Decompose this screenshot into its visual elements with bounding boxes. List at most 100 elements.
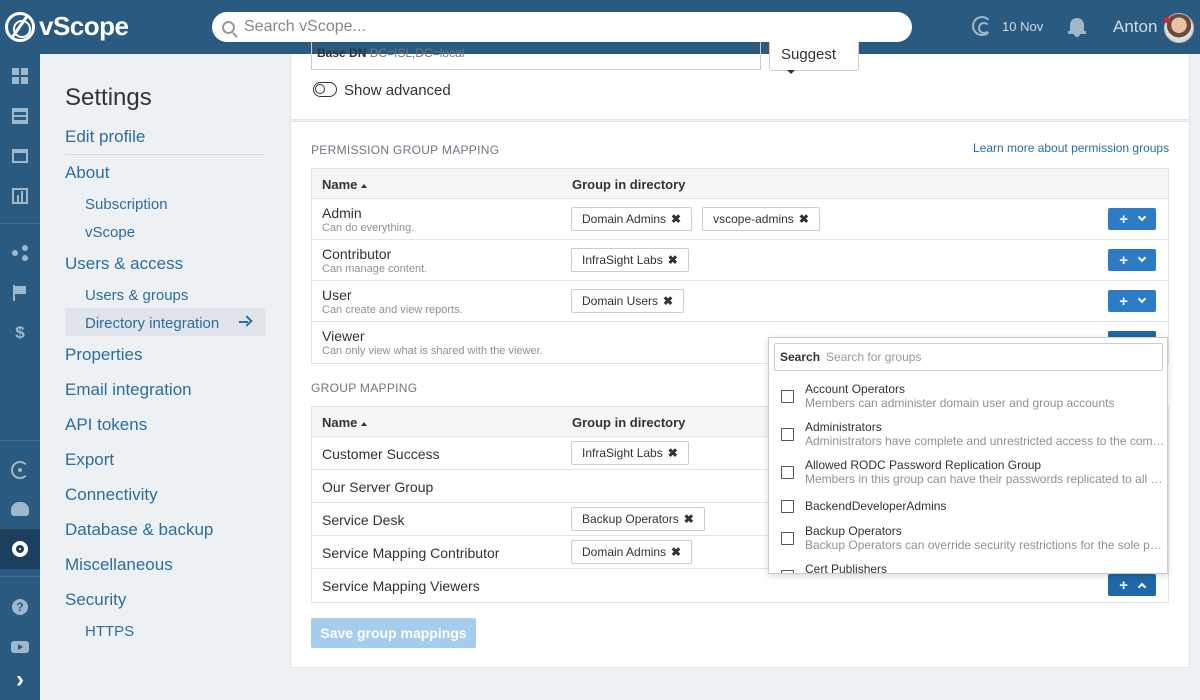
nav-miscellaneous[interactable]: Miscellaneous <box>65 555 173 575</box>
checkbox[interactable] <box>781 532 794 545</box>
checkbox[interactable] <box>781 466 794 479</box>
group-column-header: Group in directory <box>572 415 686 430</box>
nav-https[interactable]: HTTPS <box>85 623 134 640</box>
option-name: Account Operators <box>805 382 906 396</box>
group-options-list: Account Operators Members can administer… <box>769 376 1167 573</box>
row-name: Admin <box>322 205 362 221</box>
table-row: Contributor Can manage content. InfraSig… <box>312 240 1168 281</box>
show-advanced-toggle[interactable] <box>313 82 337 97</box>
group-option[interactable]: Cert Publishers <box>769 556 1167 573</box>
rail-divider <box>0 576 40 577</box>
group-option[interactable]: BackendDeveloperAdmins <box>769 490 1167 518</box>
plus-icon: + <box>1119 210 1129 228</box>
rail-divider <box>0 223 40 224</box>
share-icon[interactable] <box>0 233 40 273</box>
checkbox[interactable] <box>781 390 794 403</box>
row-name: Contributor <box>322 246 392 262</box>
group-picker-dropdown: Search Account Operators Members can adm… <box>768 337 1168 574</box>
add-group-button[interactable]: + <box>1108 574 1156 596</box>
row-desc: Can only view what is shared with the vi… <box>322 345 543 357</box>
checkbox[interactable] <box>781 500 794 513</box>
chevron-right-icon[interactable]: › <box>0 660 40 700</box>
remove-icon[interactable]: ✖ <box>668 446 678 460</box>
user-name[interactable]: Anton <box>1113 17 1157 37</box>
name-column-header[interactable]: Name <box>322 415 367 430</box>
nav-email-integration[interactable]: Email integration <box>65 380 192 400</box>
chevron-down-icon <box>1137 294 1146 304</box>
learn-more-link[interactable]: Learn more about permission groups <box>973 141 1169 155</box>
app-name: vScope <box>39 11 129 41</box>
group-chip: Domain Admins ✖ <box>571 207 693 231</box>
nav-security[interactable]: Security <box>65 590 126 610</box>
permission-mapping-title: PERMISSION GROUP MAPPING <box>311 143 500 157</box>
remove-icon[interactable]: ✖ <box>684 512 694 526</box>
add-group-button[interactable]: + <box>1108 208 1156 230</box>
group-search-input[interactable] <box>826 350 1147 364</box>
chevron-down-icon <box>1137 212 1146 222</box>
group-option[interactable]: Backup Operators Backup Operators can ov… <box>769 518 1167 556</box>
arrow-right-icon <box>239 316 251 328</box>
nav-subscription[interactable]: Subscription <box>85 196 168 213</box>
nav-edit-profile[interactable]: Edit profile <box>65 127 145 147</box>
remove-icon[interactable]: ✖ <box>671 545 681 559</box>
nav-api-tokens[interactable]: API tokens <box>65 415 147 435</box>
dashboard-icon[interactable] <box>0 56 40 96</box>
nav-connectivity[interactable]: Connectivity <box>65 485 158 505</box>
group-search[interactable]: Search <box>774 343 1163 371</box>
cloud-gear-icon[interactable] <box>0 489 40 529</box>
nav-vscope[interactable]: vScope <box>85 224 135 241</box>
group-option[interactable]: Administrators Administrators have compl… <box>769 414 1167 452</box>
nav-properties[interactable]: Properties <box>65 345 142 365</box>
nav-users-groups[interactable]: Users & groups <box>85 287 188 304</box>
gear-icon[interactable] <box>0 529 40 569</box>
nav-directory-integration[interactable]: Directory integration <box>85 315 219 332</box>
chart-icon[interactable] <box>0 176 40 216</box>
nav-users-access[interactable]: Users & access <box>65 254 183 274</box>
vscope-logo[interactable]: vScope <box>5 11 129 42</box>
row-name: Viewer <box>322 328 365 344</box>
checkbox[interactable] <box>781 428 794 441</box>
option-desc: Members in this group can have their pas… <box>805 472 1165 486</box>
group-chip: vscope-admins ✖ <box>702 207 820 231</box>
gauge-icon[interactable] <box>0 450 40 490</box>
option-desc: Administrators have complete and unrestr… <box>805 434 1165 448</box>
nav-divider <box>65 154 265 155</box>
remove-icon[interactable]: ✖ <box>799 212 809 226</box>
nav-about[interactable]: About <box>65 163 109 183</box>
checkbox[interactable] <box>781 570 794 573</box>
name-column-header[interactable]: Name <box>322 177 367 192</box>
chevron-down-icon <box>1137 253 1146 263</box>
add-group-button[interactable]: + <box>1108 290 1156 312</box>
group-option[interactable]: Account Operators Members can administer… <box>769 376 1167 414</box>
row-desc: Can do everything. <box>322 222 415 234</box>
date-label: 10 Nov <box>1002 18 1044 34</box>
add-group-button[interactable]: + <box>1108 249 1156 271</box>
caret-down-icon <box>787 70 795 75</box>
remove-icon[interactable]: ✖ <box>668 253 678 267</box>
plus-icon: + <box>1119 576 1129 594</box>
remove-icon[interactable]: ✖ <box>663 294 673 308</box>
base-dn-label: Base DN <box>317 46 367 60</box>
dollar-icon[interactable]: $ <box>0 313 40 353</box>
group-search-label: Search <box>780 350 821 364</box>
suggest-button[interactable]: Suggest <box>769 42 859 75</box>
group-chip: Domain Users ✖ <box>571 289 685 313</box>
nav-database-backup[interactable]: Database & backup <box>65 520 213 540</box>
gauge-icon <box>972 16 992 36</box>
global-search[interactable] <box>212 12 912 42</box>
global-search-input[interactable] <box>244 18 884 36</box>
save-group-mappings-button[interactable]: Save group mappings <box>311 618 476 648</box>
table-icon[interactable] <box>0 96 40 136</box>
flag-icon[interactable] <box>0 273 40 313</box>
row-name: Service Mapping Contributor <box>322 545 500 561</box>
nav-export[interactable]: Export <box>65 450 114 470</box>
rail-divider <box>0 440 40 441</box>
bell-icon[interactable] <box>1068 17 1086 37</box>
help-icon[interactable]: ? <box>0 587 40 627</box>
option-name: Allowed RODC Password Replication Group <box>805 458 1042 472</box>
window-icon[interactable] <box>0 136 40 176</box>
group-option[interactable]: Allowed RODC Password Replication Group … <box>769 452 1167 490</box>
remove-icon[interactable]: ✖ <box>671 212 681 226</box>
date-indicator[interactable]: 10 Nov <box>972 16 1043 36</box>
base-dn-field[interactable]: Base DN DC=ISL,DC=local <box>311 42 761 70</box>
